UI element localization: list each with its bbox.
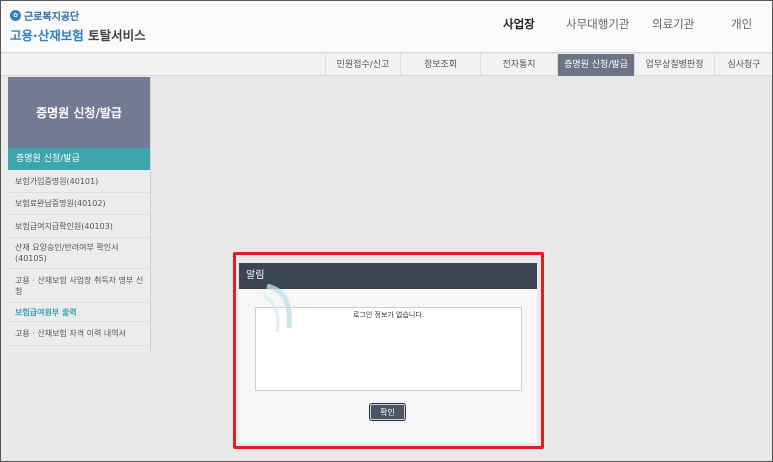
subnav-disease-judgment[interactable]: 업무상질병판정 [634,54,714,76]
subnav-review-request[interactable]: 심사청구 [714,54,773,76]
sidebar-item-acquirer-list[interactable]: 고용 · 산재보험 사업장 취득자 명부 신청 [8,269,150,303]
subnav-info-lookup[interactable]: 정보조회 [400,54,480,76]
nav-workplace[interactable]: 사업장 [503,16,535,32]
nav-medical[interactable]: 의료기관 [652,16,694,32]
nav-agency[interactable]: 사무대행기관 [566,16,629,32]
sidebar-item-benefit-confirm[interactable]: 보험급여지급확인원(40103) [8,215,150,238]
main-nav: 사업장 사무대행기관 의료기관 개인 [0,16,773,32]
sidebar-item-qualification-history[interactable]: 고용 · 산재보험 자격 이력 내역서 [8,322,150,346]
alert-message: 로그인 정보가 없습니다. [255,307,522,391]
subnav-e-notice[interactable]: 전자통지 [480,54,557,76]
sidebar-item-active[interactable]: 증명원 신청/발급 [8,148,150,170]
subnav-civil-petition[interactable]: 민원접수/신고 [325,54,400,76]
sidebar-title: 증명원 신청/발급 [8,77,150,148]
sidebar: 증명원 신청/발급 증명원 신청/발급 보험가입증명원(40101) 보험료완납… [8,77,151,352]
ok-button[interactable]: 확인 [369,403,406,421]
site-header: ✿ 근로복지공단 고용·산재보험 토탈서비스 사업장 사무대행기관 의료기관 개… [0,0,773,53]
sidebar-item-insurance-cert[interactable]: 보험가입증명원(40101) [8,170,150,193]
sidebar-item-care-approval[interactable]: 산재 요양승인/반려여부 확인서 (40105) [8,238,150,269]
subnav-certificate[interactable]: 증명원 신청/발급 [557,54,634,76]
sidebar-item-benefit-ledger[interactable]: 보험급여원부 출력 [8,303,150,322]
watermark-graphic [263,284,295,334]
sub-nav: 민원접수/신고 정보조회 전자통지 증명원 신청/발급 업무상질병판정 심사청구 [0,54,773,76]
nav-personal[interactable]: 개인 [731,16,752,32]
sidebar-item-premium-paid[interactable]: 보험료완납증명원(40102) [8,193,150,215]
